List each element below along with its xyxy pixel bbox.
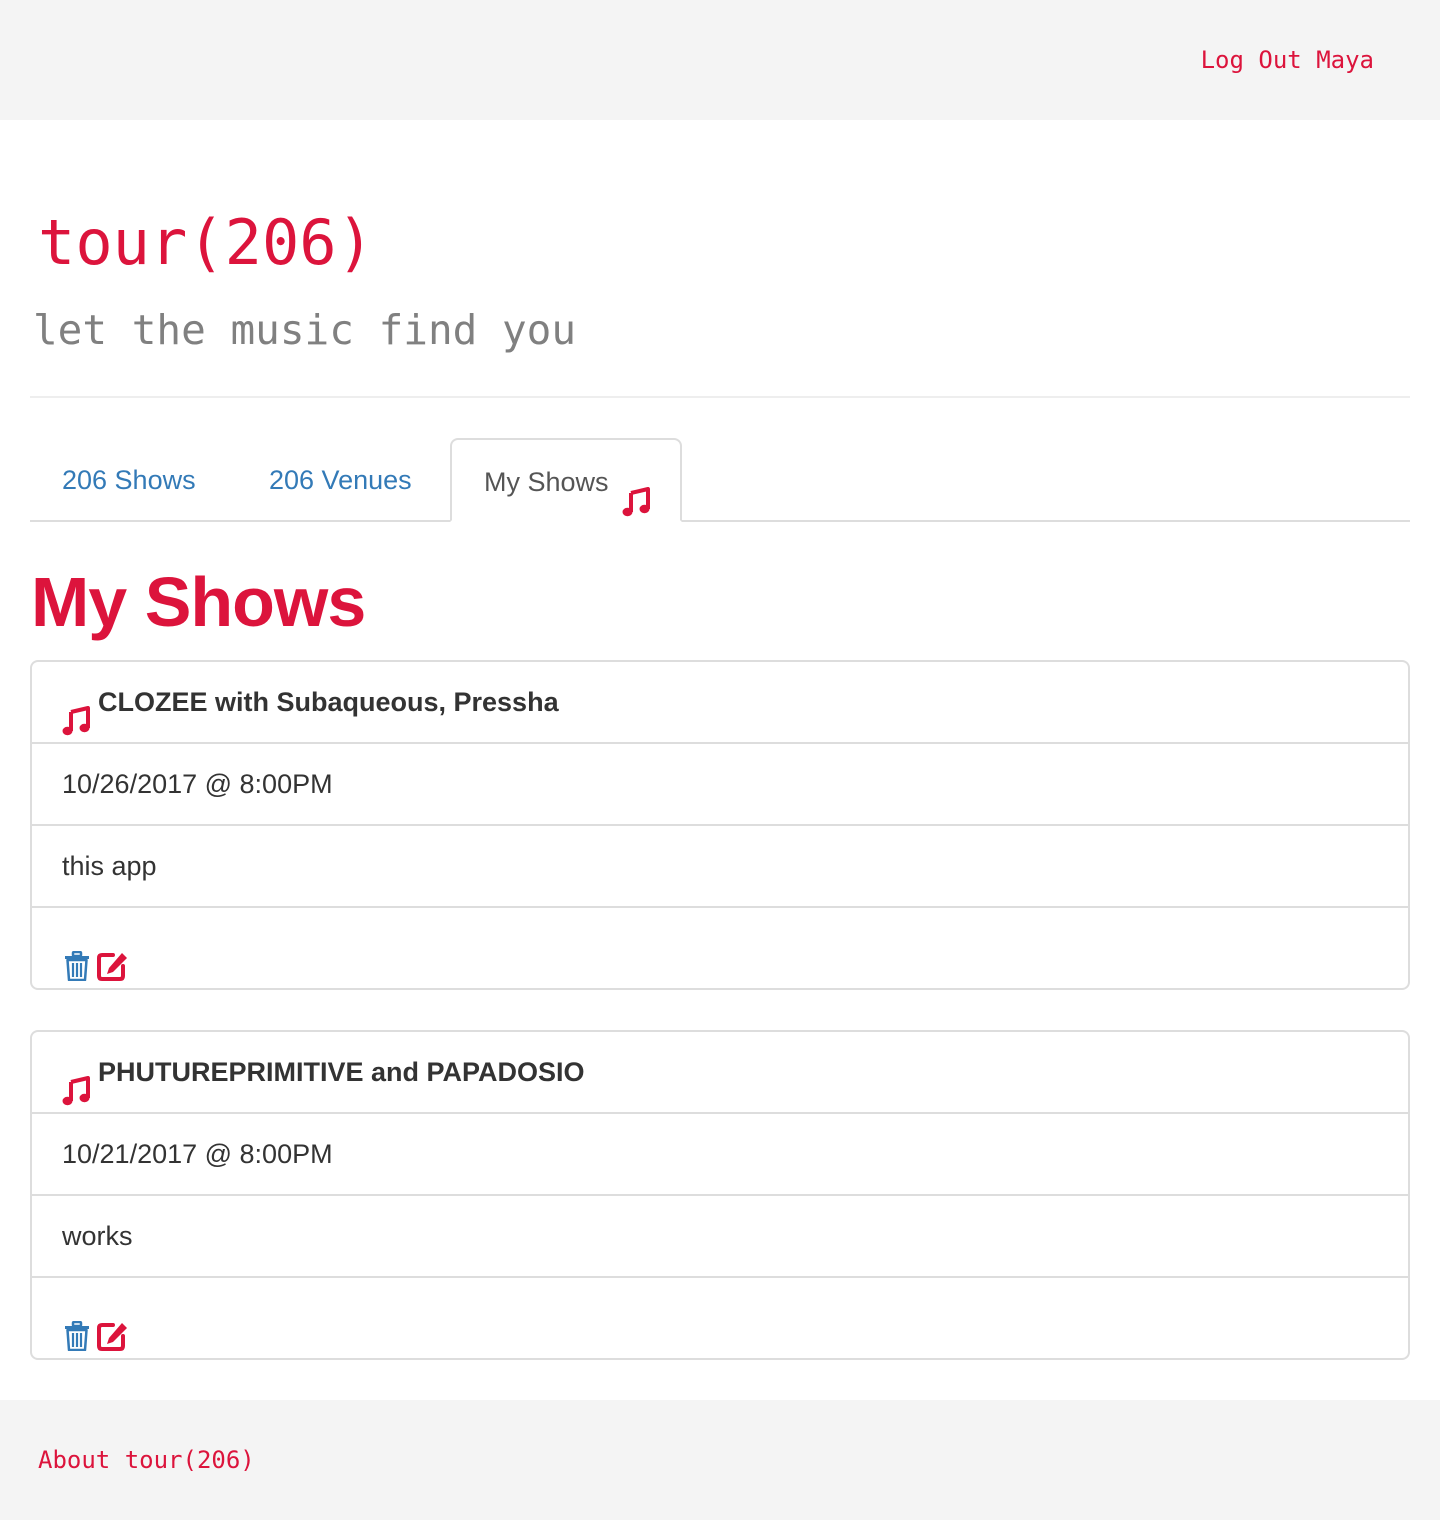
show-note: this app (32, 826, 1408, 908)
tab-my-shows[interactable]: My Shows (450, 438, 682, 522)
tab-my-shows-label: My Shows (484, 467, 609, 497)
show-actions (32, 908, 1408, 988)
show-actions (32, 1278, 1408, 1358)
nav-tabs: 206 Shows 206 Venues My Shows (30, 438, 1410, 522)
music-note-icon (622, 466, 650, 550)
show-card: PHUTUREPRIMITIVE and PAPADOSIO 10/21/201… (30, 1030, 1410, 1360)
about-link[interactable]: About tour(206) (38, 1446, 255, 1474)
show-datetime: 10/26/2017 @ 8:00PM (32, 744, 1408, 826)
edit-icon[interactable] (96, 932, 128, 988)
site-tagline: let the music find you (33, 306, 577, 354)
show-title: CLOZEE with Subaqueous, Pressha (98, 687, 559, 717)
show-note: works (32, 1196, 1408, 1278)
edit-icon[interactable] (96, 1302, 128, 1358)
show-title: PHUTUREPRIMITIVE and PAPADOSIO (98, 1057, 585, 1087)
show-card: CLOZEE with Subaqueous, Pressha 10/26/20… (30, 660, 1410, 990)
trash-icon[interactable] (64, 932, 90, 988)
show-title-row: CLOZEE with Subaqueous, Pressha (32, 662, 1408, 744)
top-navbar: Log Out Maya (0, 0, 1440, 120)
footer: About tour(206) (0, 1400, 1440, 1520)
logout-link[interactable]: Log Out Maya (1201, 46, 1374, 74)
site-title: tour(206) (38, 206, 374, 279)
trash-icon[interactable] (64, 1302, 90, 1358)
tab-206-venues[interactable]: 206 Venues (269, 438, 412, 522)
show-datetime: 10/21/2017 @ 8:00PM (32, 1114, 1408, 1196)
page-title: My Shows (31, 563, 366, 641)
show-title-row: PHUTUREPRIMITIVE and PAPADOSIO (32, 1032, 1408, 1114)
tab-206-shows[interactable]: 206 Shows (62, 438, 196, 522)
header-divider (30, 396, 1410, 398)
